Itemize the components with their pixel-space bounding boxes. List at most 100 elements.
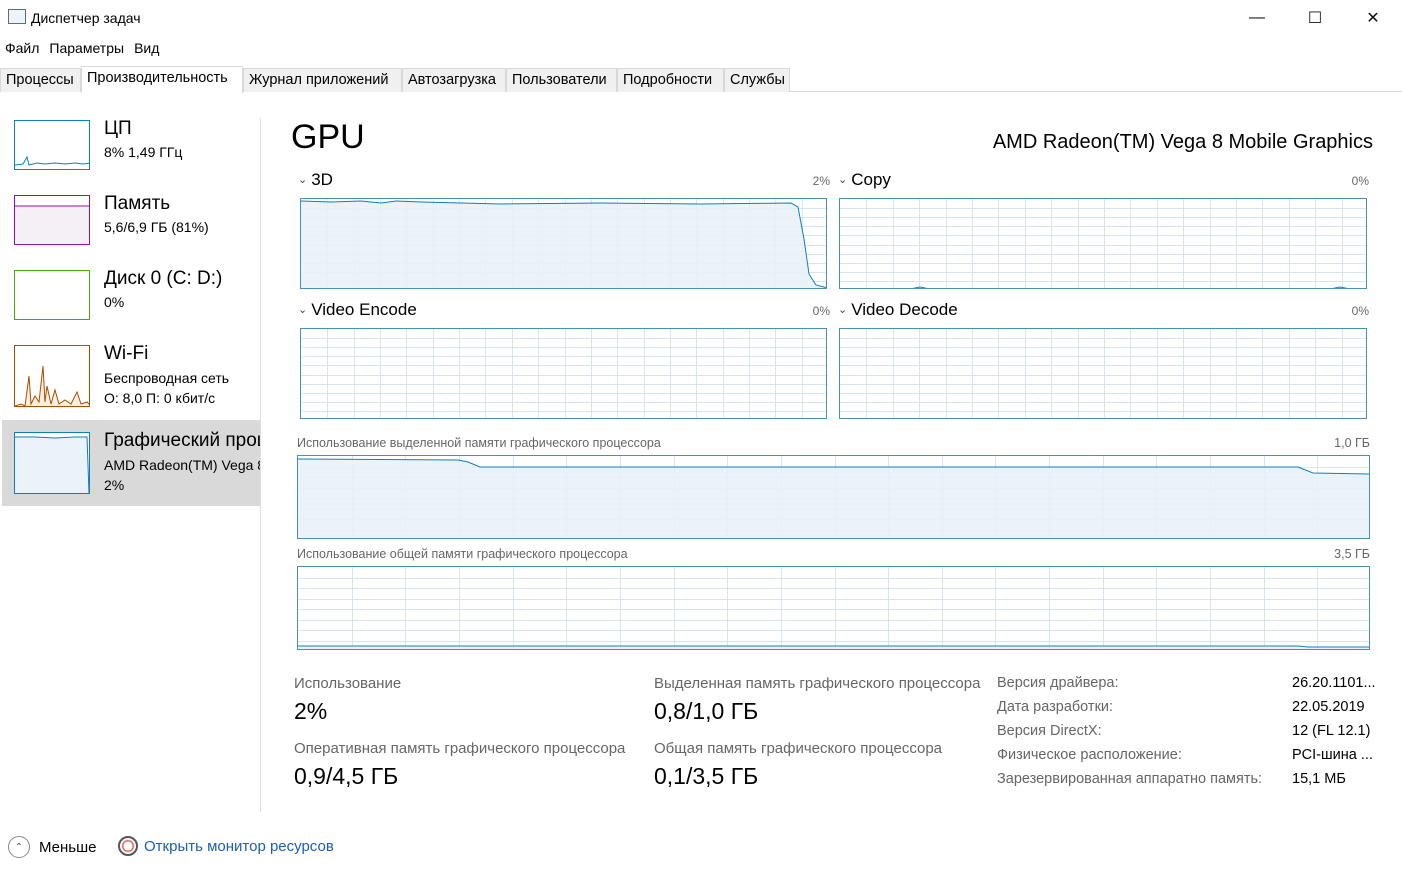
tab-services[interactable]: Службы <box>724 68 790 92</box>
gpu-model-name: AMD Radeon(TM) Vega 8 Mobile Graphics <box>992 131 1373 153</box>
sidebar-item-detail: Беспроводная сеть <box>104 370 230 386</box>
dedicated-memory-graph-label: Использование выделенной памяти графичес… <box>297 436 661 450</box>
shared-memory-graph-svg <box>298 567 1369 649</box>
tab-users[interactable]: Пользователи <box>506 68 617 92</box>
window-title: Диспетчер задач <box>31 10 141 26</box>
engine-video-decode-graph-svg <box>840 329 1366 418</box>
directx-version-key: Версия DirectX: <box>997 723 1102 739</box>
gpu-thumbnail-graph <box>14 432 90 494</box>
tab-strip: Процессы Производительность Журнал прило… <box>0 66 1402 93</box>
tab-startup[interactable]: Автозагрузка <box>402 68 506 92</box>
engine-label: 3D <box>311 170 333 189</box>
engine-label: Video Decode <box>851 300 958 319</box>
maximize-icon: ☐ <box>1307 10 1323 27</box>
dedicated-memory-graph-svg <box>298 456 1369 538</box>
maximize-button[interactable]: ☐ <box>1286 0 1344 36</box>
tab-processes[interactable]: Процессы <box>0 68 81 92</box>
gpu-ram-value: 0,9/4,5 ГБ <box>294 763 399 789</box>
engine-copy-selector[interactable]: ⌄ Copy <box>838 170 891 190</box>
engine-video-encode-graph-svg <box>301 329 826 418</box>
menu-options[interactable]: Параметры <box>44 38 129 60</box>
sidebar-item-detail: AMD Radeon(TM) Vega 8 Mobile Graphics <box>104 457 260 473</box>
engine-video-decode-graph <box>839 328 1367 419</box>
gpu-ram-label: Оперативная память графического процессо… <box>294 740 626 757</box>
menu-file[interactable]: Файл <box>0 38 44 60</box>
sidebar-divider <box>260 118 261 812</box>
tab-details[interactable]: Подробности <box>617 68 724 92</box>
chevron-down-icon: ⌄ <box>298 174 308 186</box>
fewer-details-label: Меньше <box>39 838 97 856</box>
fewer-details-button[interactable]: ⌃ Меньше <box>8 836 96 858</box>
driver-version-key: Версия драйвера: <box>997 675 1119 691</box>
tab-app-history[interactable]: Журнал приложений <box>243 68 402 92</box>
close-button[interactable]: ✕ <box>1344 0 1402 36</box>
minimize-icon: — <box>1249 9 1265 26</box>
engine-copy-graph-svg <box>840 199 1366 288</box>
resource-monitor-label: Открыть монитор ресурсов <box>144 837 334 855</box>
dedicated-memory-value: 0,8/1,0 ГБ <box>654 698 759 724</box>
physical-location-key: Физическое расположение: <box>997 747 1182 763</box>
engine-label: Copy <box>851 170 891 189</box>
dedicated-memory-graph <box>297 455 1370 539</box>
engine-percent: 2% <box>812 174 830 188</box>
shared-memory-graph-max: 3,5 ГБ <box>1334 547 1370 561</box>
sidebar-item-memory[interactable]: Память 5,6/6,9 ГБ (81%) <box>2 183 260 269</box>
wifi-thumbnail-graph <box>14 345 90 407</box>
directx-version-value: 12 (FL 12.1) <box>1292 723 1371 739</box>
resource-monitor-icon <box>118 836 138 856</box>
engine-video-encode-graph <box>300 328 827 419</box>
sidebar-item-gpu[interactable]: Графический процессор 0 AMD Radeon(TM) V… <box>2 420 260 506</box>
task-manager-icon <box>8 9 26 24</box>
driver-date-key: Дата разработки: <box>997 699 1114 715</box>
engine-3d-graph-svg <box>301 199 826 288</box>
menu-bar: Файл Параметры Вид <box>0 38 164 60</box>
chevron-down-icon: ⌄ <box>298 304 308 316</box>
chevron-down-icon: ⌄ <box>838 304 848 316</box>
engine-percent: 0% <box>812 304 830 318</box>
sidebar-item-detail: 8% 1,49 ГГц <box>104 144 183 160</box>
engine-copy-graph <box>839 198 1367 289</box>
chevron-down-icon: ⌄ <box>838 174 848 186</box>
disk-thumbnail-graph <box>14 270 90 320</box>
menu-view[interactable]: Вид <box>129 38 164 60</box>
sidebar-item-detail: 0% <box>104 294 125 310</box>
shared-memory-label: Общая память графического процессора <box>654 740 943 757</box>
engine-3d-selector[interactable]: ⌄ 3D <box>298 170 333 190</box>
reserved-memory-value: 15,1 МБ <box>1292 771 1346 787</box>
engine-percent: 0% <box>1351 304 1369 318</box>
shared-memory-graph <box>297 566 1370 650</box>
sidebar-item-label: Диск 0 (C: D:) <box>104 268 223 289</box>
sidebar-item-detail: 5,6/6,9 ГБ (81%) <box>104 219 209 235</box>
title-bar: Диспетчер задач — ☐ ✕ <box>0 0 1402 36</box>
sidebar-item-label: Wi-Fi <box>104 343 149 364</box>
minimize-button[interactable]: — <box>1228 0 1286 36</box>
tab-performance[interactable]: Производительность <box>81 66 243 93</box>
dedicated-memory-graph-max: 1,0 ГБ <box>1334 436 1370 450</box>
physical-location-value: PCI-шина ... <box>1292 747 1373 763</box>
driver-date-value: 22.05.2019 <box>1292 699 1365 715</box>
sidebar-item-wifi[interactable]: Wi-Fi Беспроводная сеть О: 8,0 П: 0 кбит… <box>2 333 260 419</box>
utilization-label: Использование <box>294 675 402 692</box>
cpu-thumbnail-graph <box>14 120 90 170</box>
shared-memory-graph-label: Использование общей памяти графического … <box>297 547 628 561</box>
open-resource-monitor-link[interactable]: Открыть монитор ресурсов <box>118 836 334 856</box>
page-title: GPU <box>291 118 365 156</box>
memory-thumbnail-graph <box>14 195 90 245</box>
sidebar-item-cpu[interactable]: ЦП 8% 1,49 ГГц <box>2 108 260 194</box>
engine-3d-graph <box>300 198 827 289</box>
sidebar-item-disk[interactable]: Диск 0 (C: D:) 0% <box>2 258 260 344</box>
engine-video-decode-selector[interactable]: ⌄ Video Decode <box>838 300 958 320</box>
sidebar-item-label: Память <box>104 193 171 214</box>
dedicated-memory-label: Выделенная память графического процессор… <box>654 675 981 692</box>
chevron-up-icon: ⌃ <box>8 836 30 858</box>
shared-memory-value: 0,1/3,5 ГБ <box>654 763 759 789</box>
sidebar-item-label: ЦП <box>104 118 132 139</box>
sidebar-item-usage: 2% <box>104 477 125 493</box>
engine-label: Video Encode <box>311 300 417 319</box>
engine-percent: 0% <box>1351 174 1369 188</box>
driver-version-value: 26.20.1101... <box>1292 675 1376 691</box>
sidebar-item-throughput: О: 8,0 П: 0 кбит/с <box>104 390 216 406</box>
engine-video-encode-selector[interactable]: ⌄ Video Encode <box>298 300 417 320</box>
utilization-value: 2% <box>294 698 328 724</box>
close-icon: ✕ <box>1366 10 1380 27</box>
